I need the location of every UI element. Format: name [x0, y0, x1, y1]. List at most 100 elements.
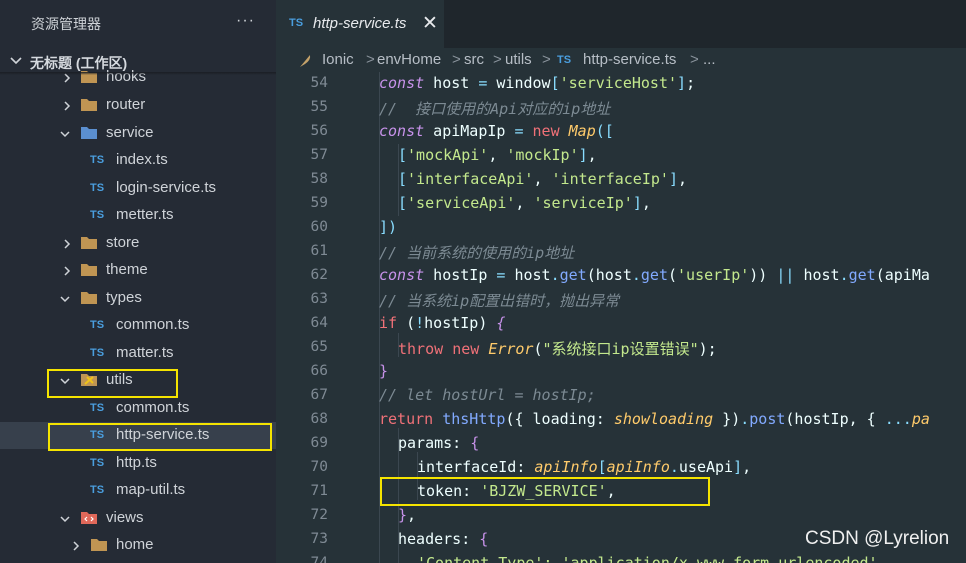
code-line-65: 65 throw new Error("系统接口ip设置错误"); [276, 336, 966, 360]
breadcrumb-utils[interactable]: utils [505, 51, 532, 68]
folder-icon [81, 99, 97, 111]
tab-http-service-ts[interactable]: TS http-service.ts ✕ [276, 0, 444, 48]
tree-item-router[interactable]: router [0, 92, 276, 119]
watermark: CSDN @Lyrelion [805, 528, 950, 549]
breadcrumb-symbol[interactable]: ... [703, 51, 716, 68]
code-text: } [379, 362, 389, 380]
folder-icon [81, 237, 97, 249]
breadcrumb-http-service-ts[interactable]: http-service.ts [583, 51, 676, 68]
tree-item-views[interactable]: views [0, 505, 276, 532]
chevron-right-icon [73, 541, 80, 551]
line-number: 61 [310, 243, 328, 259]
line-number: 70 [310, 459, 328, 475]
line-number: 65 [310, 339, 328, 355]
tree-item-label: common.ts [116, 316, 190, 333]
ts-file-icon: TS [90, 209, 105, 221]
breadcrumb-envhome[interactable]: envHome [377, 51, 441, 68]
tree-item-label: types [106, 289, 142, 306]
tree-item-theme[interactable]: theme [0, 257, 276, 284]
code-line-56: 56 const apiMapIp = new Map([ [276, 120, 966, 144]
ts-file-icon: TS [90, 457, 105, 469]
code-text: interfaceId: apiInfo[apiInfo.useApi], [417, 458, 752, 476]
tree-item-store[interactable]: store [0, 230, 276, 257]
code-text: 'Content-Type': 'application/x-www-form-… [417, 554, 878, 563]
ts-file-icon: TS [90, 429, 105, 441]
tree-item-index-ts[interactable]: TS index.ts [0, 147, 276, 174]
more-icon[interactable]: ··· [236, 12, 255, 30]
code-line-57: 57 ['mockApi', 'mockIp'], [276, 144, 966, 168]
code-text: ['serviceApi', 'serviceIp'], [398, 194, 651, 212]
breadcrumb-ionic[interactable]: Ionic [322, 51, 354, 68]
tree-item-metter-ts[interactable]: TS metter.ts [0, 202, 276, 229]
tree-item-login-service-ts[interactable]: TS login-service.ts [0, 175, 276, 202]
ts-file-icon: TS [90, 402, 105, 414]
folder-icon [91, 539, 107, 551]
tree-item-label: http.ts [116, 454, 157, 471]
tree-item-utils[interactable]: utils [0, 367, 276, 394]
line-number: 69 [310, 435, 328, 451]
code-line-66: 66 } [276, 360, 966, 384]
ts-file-icon: TS [90, 319, 105, 331]
tree-item-label: router [106, 96, 146, 113]
code-text: params: { [398, 434, 480, 452]
tree-item-matter-ts[interactable]: TS matter.ts [0, 340, 276, 367]
code-text: if (!hostIp) { [379, 314, 506, 332]
tree-item-http-service-ts[interactable]: TS http-service.ts [0, 422, 276, 449]
tree-item-label: matter.ts [116, 344, 174, 361]
code-text: token: 'BJZW_SERVICE', [417, 482, 616, 500]
line-number: 68 [310, 411, 328, 427]
tree-item-label: common.ts [116, 399, 190, 416]
folder-icon [81, 292, 97, 304]
chevron-right-icon [64, 239, 71, 249]
close-icon[interactable]: ✕ [422, 12, 438, 35]
code-line-69: 69 params: { [276, 432, 966, 456]
chevron-right-icon [64, 266, 71, 276]
tree-item-map-util-ts[interactable]: TS map-util.ts [0, 477, 276, 504]
code-editor[interactable]: 54 const host = window['serviceHost']; 5… [276, 72, 966, 563]
feather-icon [300, 55, 311, 67]
line-number: 74 [310, 555, 328, 563]
breadcrumb-separator: > [493, 51, 502, 68]
ts-file-icon: TS [90, 484, 105, 496]
line-number: 64 [310, 315, 328, 331]
tree-item-service[interactable]: service [0, 120, 276, 147]
tab-bar: TS http-service.ts ✕ [276, 0, 966, 48]
editor-area: TS http-service.ts ✕ Ionic > envHome > s… [276, 0, 966, 563]
tree-item-label: hooks [106, 68, 147, 85]
tree-item-types[interactable]: types [0, 285, 276, 312]
line-number: 72 [310, 507, 328, 523]
tree-item-hooks[interactable]: hooks [0, 64, 276, 91]
tree-item-home[interactable]: home [0, 532, 276, 559]
line-number: 60 [310, 219, 328, 235]
chevron-down-icon [60, 516, 70, 523]
line-number: 57 [310, 147, 328, 163]
line-number: 54 [310, 75, 328, 91]
tree-item-http-ts[interactable]: TS http.ts [0, 450, 276, 477]
code-line-70: 70 interfaceId: apiInfo[apiInfo.useApi], [276, 456, 966, 480]
folder-open-icon [81, 127, 97, 139]
line-number: 55 [310, 99, 328, 115]
code-text: }, [398, 506, 417, 524]
code-text: ]) [379, 218, 398, 236]
chevron-down-icon [60, 296, 70, 303]
code-line-62: 62 const hostIp = host.get(host.get('use… [276, 264, 966, 288]
tree-item-label: home [116, 536, 154, 553]
breadcrumb-separator: > [366, 51, 375, 68]
breadcrumb-separator: > [690, 51, 699, 68]
code-text: throw new Error("系统接口ip设置错误"); [398, 340, 717, 358]
tree-item-common-ts[interactable]: TS common.ts [0, 312, 276, 339]
tree-item-label: service [106, 124, 154, 141]
code-line-54: 54 const host = window['serviceHost']; [276, 72, 966, 96]
breadcrumb-src[interactable]: src [464, 51, 484, 68]
code-line-55: 55 // 接口使用的Api对应的ip地址 [276, 96, 966, 120]
explorer-header: 资源管理器 [0, 0, 276, 48]
tree-item-utils-common-ts[interactable]: TS common.ts [0, 395, 276, 422]
code-comment: // let hostUrl = hostIp; [379, 386, 596, 404]
code-line-68: 68 return thsHttp({ loading: showloading… [276, 408, 966, 432]
code-line-72: 72 }, [276, 504, 966, 528]
line-number: 67 [310, 387, 328, 403]
ts-file-icon: TS [90, 154, 105, 166]
tree-item-label: login-service.ts [116, 179, 217, 196]
line-number: 66 [310, 363, 328, 379]
workspace-shadow [0, 72, 276, 75]
